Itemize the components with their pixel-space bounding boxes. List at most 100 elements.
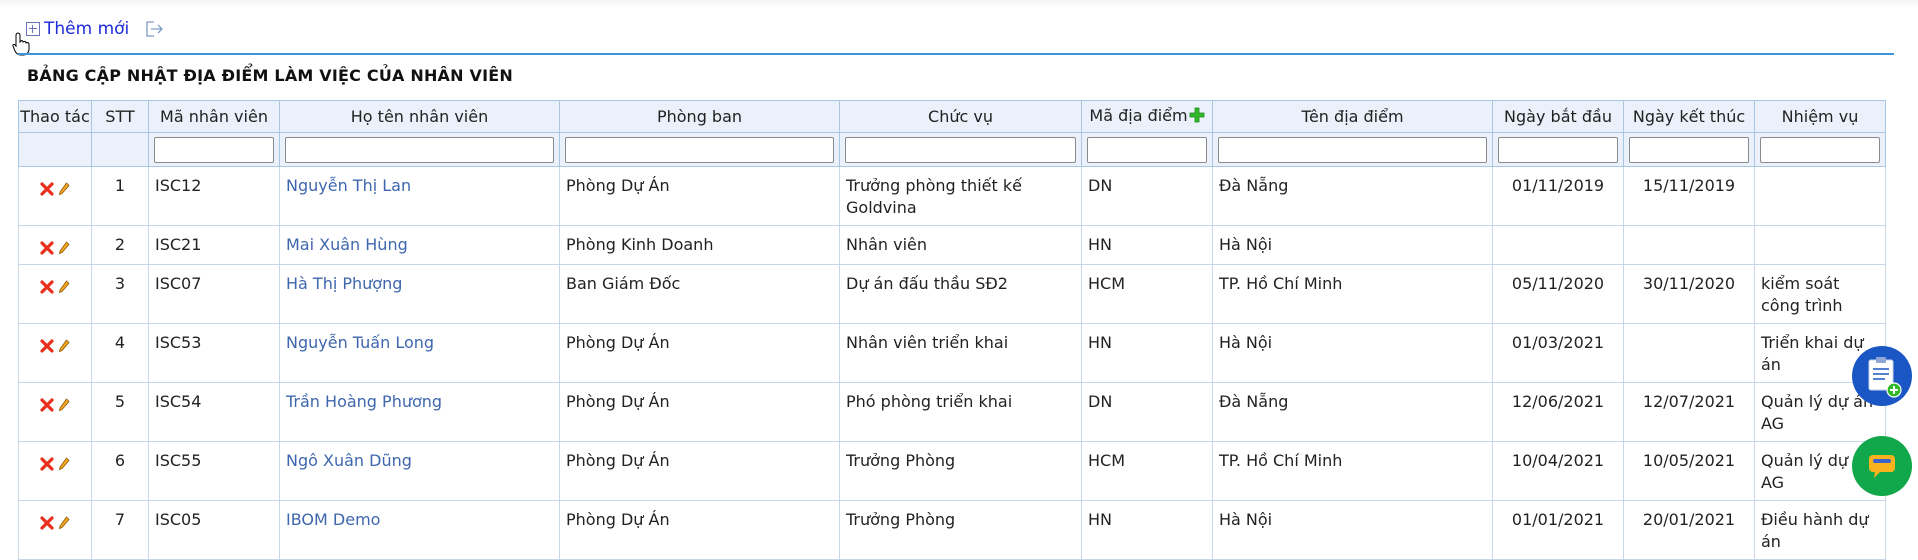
filter-department-input[interactable]: [565, 136, 834, 163]
row-end-date: 20/01/2021: [1623, 500, 1755, 560]
col-header-location-name: Tên địa điểm: [1212, 100, 1493, 133]
filter-location-code-input[interactable]: [1087, 136, 1207, 163]
pencil-icon[interactable]: [58, 397, 70, 412]
row-end-date: [1623, 225, 1755, 265]
row-position: Dự án đấu thầu SĐ2: [839, 264, 1082, 324]
row-start-date: 01/01/2021: [1492, 500, 1624, 560]
row-employee-code: ISC54: [148, 382, 280, 442]
row-end-date: 10/05/2021: [1623, 441, 1755, 501]
delete-x-icon[interactable]: [40, 181, 54, 196]
filter-end-date-input[interactable]: [1629, 136, 1749, 163]
row-stt: 2: [91, 225, 149, 265]
filter-cell: [1623, 132, 1755, 167]
col-header-stt: STT: [91, 100, 149, 133]
location-code-label: Mã địa điểm: [1089, 106, 1188, 126]
row-location-code: DN: [1081, 166, 1213, 226]
row-location-name: Hà Nội: [1212, 500, 1493, 560]
row-location-code: DN: [1081, 382, 1213, 442]
row-actions: [18, 500, 92, 560]
row-position: Trưởng Phòng: [839, 441, 1082, 501]
pencil-icon[interactable]: [58, 338, 70, 353]
row-employee-code: ISC55: [148, 441, 280, 501]
row-actions: [18, 166, 92, 226]
delete-x-icon[interactable]: [40, 240, 54, 255]
table-row: 6 ISC55 Ngô Xuân Dũng Phòng Dự Án Trưởng Phò…: [18, 441, 1886, 501]
row-location-name: Đà Nẵng: [1212, 166, 1493, 226]
row-stt: 6: [91, 441, 149, 501]
row-employee-code: ISC12: [148, 166, 280, 226]
chat-float-button[interactable]: [1852, 436, 1912, 496]
row-department: Phòng Dự Án: [559, 500, 840, 560]
row-end-date: 30/11/2020: [1623, 264, 1755, 324]
delete-x-icon[interactable]: [40, 456, 54, 471]
pencil-icon[interactable]: [58, 456, 70, 471]
col-header-position: Chức vụ: [839, 100, 1082, 133]
row-employee-name[interactable]: Nguyễn Thị Lan: [279, 166, 560, 226]
row-location-name: Hà Nội: [1212, 323, 1493, 383]
hand-cursor-icon: [12, 32, 32, 60]
row-end-date: [1623, 323, 1755, 383]
row-employee-code: ISC53: [148, 323, 280, 383]
delete-x-icon[interactable]: [40, 515, 54, 530]
row-employee-name[interactable]: Nguyễn Tuấn Long: [279, 323, 560, 383]
delete-x-icon[interactable]: [40, 338, 54, 353]
add-new-button[interactable]: Thêm mới: [26, 19, 129, 39]
filter-cell: [1212, 132, 1493, 167]
col-header-location-code: Mã địa điểm: [1081, 100, 1213, 133]
row-location-name: Hà Nội: [1212, 225, 1493, 265]
divider: [18, 53, 1894, 55]
pencil-icon[interactable]: [58, 240, 70, 255]
row-task: [1754, 166, 1886, 226]
row-employee-code: ISC05: [148, 500, 280, 560]
row-location-code: HN: [1081, 225, 1213, 265]
row-end-date: 12/07/2021: [1623, 382, 1755, 442]
filter-cell: [1492, 132, 1624, 167]
filter-cell: [1754, 132, 1886, 167]
filter-cell: [559, 132, 840, 167]
row-location-code: HN: [1081, 323, 1213, 383]
green-plus-icon[interactable]: [1189, 107, 1205, 127]
row-employee-name[interactable]: Mai Xuân Hùng: [279, 225, 560, 265]
filter-position-input[interactable]: [845, 136, 1076, 163]
row-stt: 7: [91, 500, 149, 560]
row-location-code: HCM: [1081, 441, 1213, 501]
top-shadow: [0, 0, 1918, 8]
row-task: [1754, 225, 1886, 265]
row-department: Phòng Kinh Doanh: [559, 225, 840, 265]
delete-x-icon[interactable]: [40, 397, 54, 412]
filter-location-name-input[interactable]: [1218, 136, 1487, 163]
table-row: 7 ISC05 IBOM Demo Phòng Dự Án Trưởng Phòng HN…: [18, 500, 1886, 560]
filter-employee-name-input[interactable]: [285, 136, 554, 163]
filter-employee-code-input[interactable]: [154, 136, 274, 163]
row-department: Phòng Dự Án: [559, 382, 840, 442]
row-location-name: TP. Hồ Chí Minh: [1212, 441, 1493, 501]
row-employee-code: ISC07: [148, 264, 280, 324]
pencil-icon[interactable]: [58, 515, 70, 530]
filter-cell: [279, 132, 560, 167]
pencil-icon[interactable]: [58, 279, 70, 294]
row-department: Phòng Dự Án: [559, 323, 840, 383]
data-grid: Thao tác STT Mã nhân viên Họ tên nhân vi…: [18, 100, 1886, 560]
row-employee-name[interactable]: Trần Hoàng Phương: [279, 382, 560, 442]
pencil-icon[interactable]: [58, 181, 70, 196]
row-position: Trưởng Phòng: [839, 500, 1082, 560]
row-employee-name[interactable]: IBOM Demo: [279, 500, 560, 560]
table-row: 5 ISC54 Trần Hoàng Phương Phòng Dự Án Phó ph…: [18, 382, 1886, 442]
table-row: 2 ISC21 Mai Xuân Hùng Phòng Kinh Doanh Nhân …: [18, 225, 1886, 265]
add-note-float-button[interactable]: [1852, 346, 1912, 406]
row-employee-name[interactable]: Hà Thị Phượng: [279, 264, 560, 324]
row-location-code: HCM: [1081, 264, 1213, 324]
delete-x-icon[interactable]: [40, 279, 54, 294]
row-stt: 1: [91, 166, 149, 226]
row-actions: [18, 323, 92, 383]
row-employee-name[interactable]: Ngô Xuân Dũng: [279, 441, 560, 501]
row-task: kiểm soát công trình: [1754, 264, 1886, 324]
row-start-date: 01/11/2019: [1492, 166, 1624, 226]
row-start-date: 12/06/2021: [1492, 382, 1624, 442]
filter-start-date-input[interactable]: [1498, 136, 1618, 163]
row-start-date: 01/03/2021: [1492, 323, 1624, 383]
row-actions: [18, 225, 92, 265]
filter-task-input[interactable]: [1760, 136, 1880, 163]
row-department: Ban Giám Đốc: [559, 264, 840, 324]
export-icon[interactable]: [145, 20, 165, 38]
